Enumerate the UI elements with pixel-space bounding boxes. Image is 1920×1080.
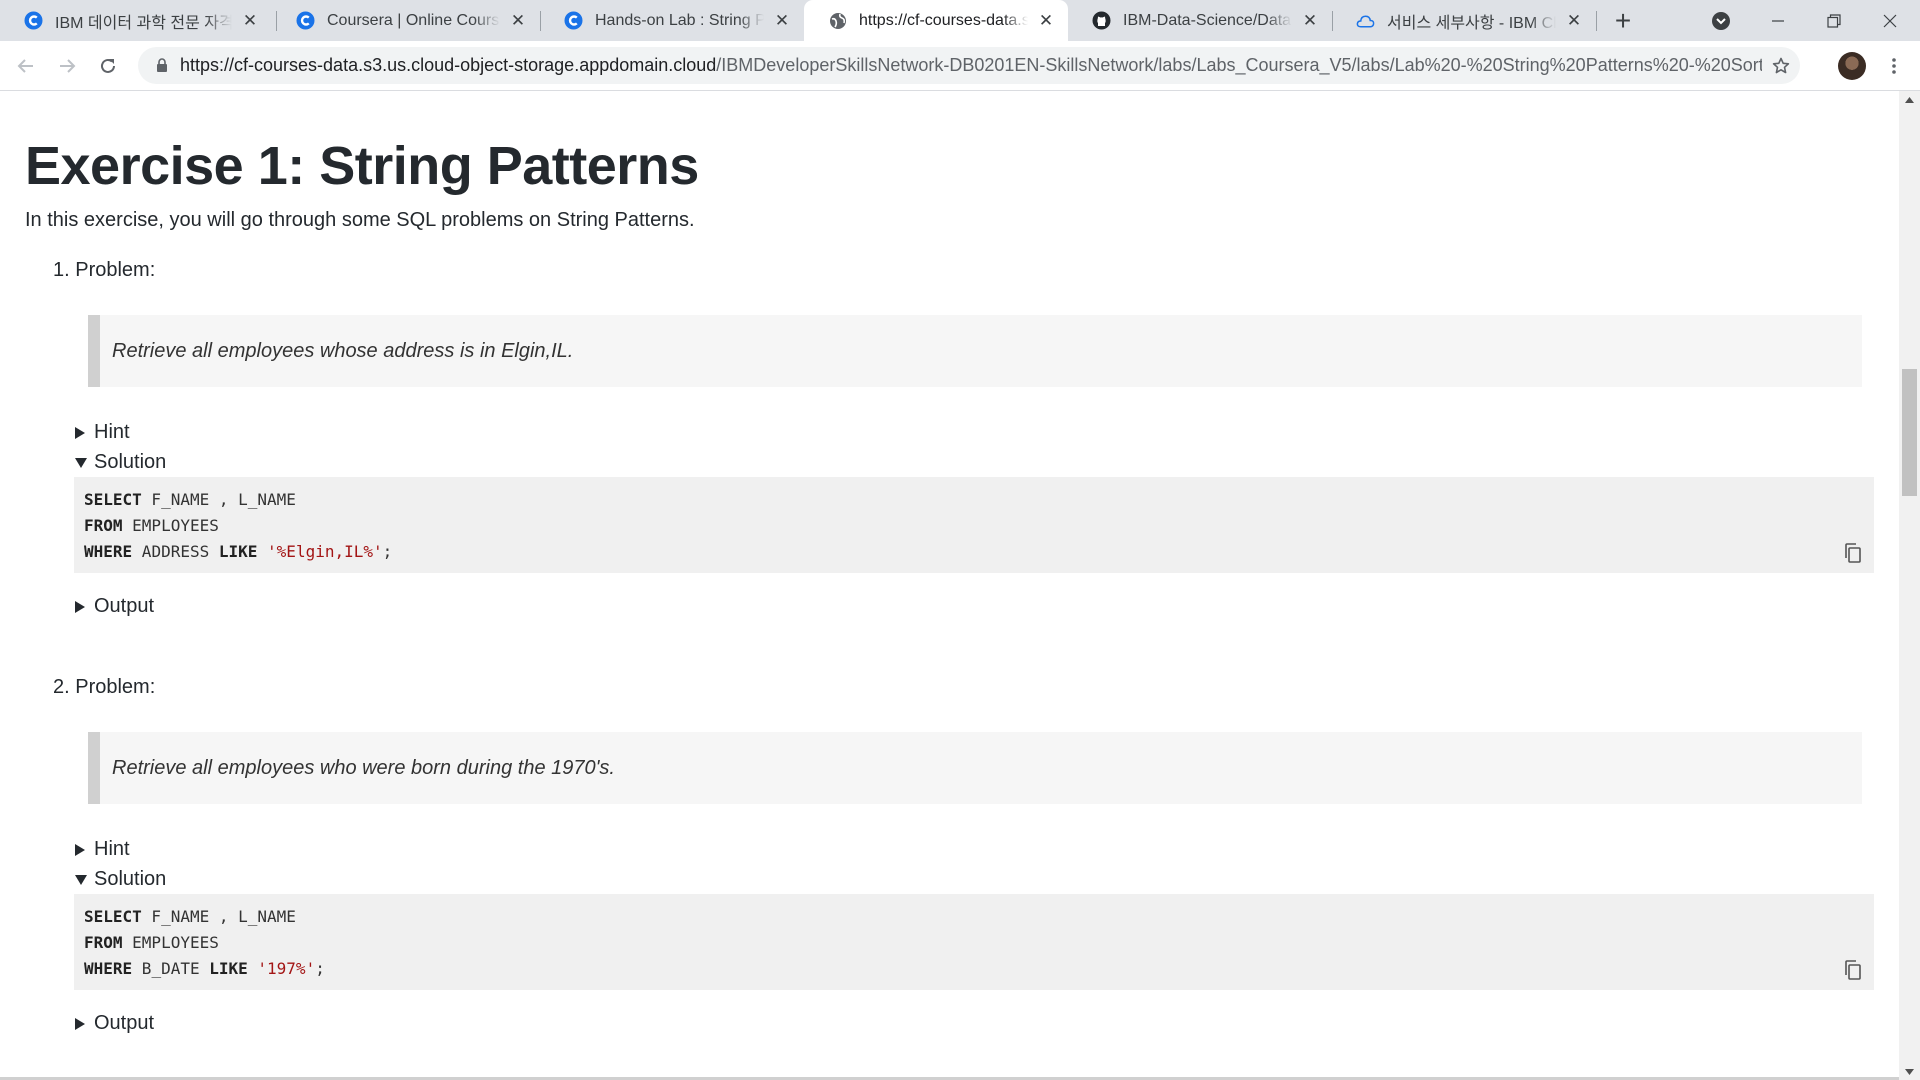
coursera-icon [564, 11, 583, 30]
minimize-button[interactable] [1750, 0, 1806, 41]
problem-question: Retrieve all employees whose address is … [88, 315, 1862, 387]
code-line: FROM EMPLOYEES [84, 516, 219, 535]
close-icon [1883, 14, 1897, 27]
code-line: FROM EMPLOYEES [84, 933, 219, 952]
vertical-scrollbar[interactable] [1899, 91, 1920, 1080]
tab-github[interactable]: IBM-Data-Science/Databas ✕ [1068, 0, 1332, 41]
url-host: https://cf-courses-data.s3.us.cloud-obje… [180, 55, 717, 75]
problem-question: Retrieve all employees who were born dur… [88, 732, 1862, 804]
url-path: /IBMDeveloperSkillsNetwork-DB0201EN-Skil… [716, 55, 1762, 75]
tab-title: Coursera | Online Courses [327, 11, 500, 29]
solution-label: Solution [94, 868, 167, 890]
restore-icon [1827, 13, 1841, 28]
tab-title: Hands-on Lab : String Patte [595, 11, 764, 29]
scrollbar-thumb[interactable] [1902, 369, 1917, 496]
caret-right-icon [74, 843, 88, 857]
coursera-icon [296, 11, 315, 30]
caret-down-icon [74, 457, 88, 469]
reload-button[interactable] [92, 50, 124, 82]
scroll-up-arrow-icon[interactable] [1899, 91, 1920, 108]
caret-right-icon [74, 600, 88, 614]
coursera-icon [24, 11, 43, 30]
solution-toggle[interactable]: Solution [74, 451, 166, 474]
solution-label: Solution [94, 451, 167, 473]
hint-label: Hint [94, 838, 130, 860]
tab-coursera[interactable]: Coursera | Online Courses ✕ [272, 0, 540, 41]
copy-icon[interactable] [1842, 541, 1864, 565]
hint-toggle[interactable]: Hint [74, 838, 130, 861]
problem-label: 2. Problem: [53, 676, 156, 698]
output-label: Output [94, 1012, 155, 1034]
caret-right-icon [74, 426, 88, 440]
tab-title: IBM-Data-Science/Databas [1123, 11, 1292, 29]
sql-code-block[interactable]: SELECT F_NAME , L_NAME FROM EMPLOYEES WH… [74, 477, 1874, 573]
more-vert-icon [1892, 58, 1896, 74]
cloud-icon [1356, 11, 1375, 30]
close-icon[interactable]: ✕ [1564, 11, 1584, 31]
close-icon[interactable]: ✕ [1300, 11, 1320, 31]
code-line: SELECT F_NAME , L_NAME [84, 490, 296, 509]
arrow-left-icon [17, 59, 33, 73]
tab-title: IBM 데이터 과학 전문 자격 [55, 14, 232, 32]
bookmark-star-icon[interactable] [1762, 47, 1800, 84]
code-line: WHERE B_DATE LIKE '197%'; [84, 959, 325, 978]
globe-icon [828, 11, 847, 30]
browser-toolbar: https://cf-courses-data.s3.us.cloud-obje… [0, 41, 1920, 91]
tab-title: https://cf-courses-data.s3.us [859, 11, 1028, 29]
scroll-down-arrow-icon[interactable] [1899, 1063, 1920, 1080]
address-bar[interactable]: https://cf-courses-data.s3.us.cloud-obje… [138, 47, 1800, 84]
close-icon[interactable]: ✕ [772, 11, 792, 31]
caret-down-icon [74, 874, 88, 886]
hint-toggle[interactable]: Hint [74, 421, 130, 444]
tab-hands-on-lab[interactable]: Hands-on Lab : String Patte ✕ [540, 0, 804, 41]
github-icon [1092, 11, 1111, 30]
back-button[interactable] [10, 50, 42, 82]
lock-icon[interactable] [144, 47, 180, 84]
forward-button[interactable] [51, 50, 83, 82]
browser-menu-button[interactable] [1880, 50, 1908, 82]
tab-active-page[interactable]: https://cf-courses-data.s3.us ✕ [804, 0, 1068, 41]
close-icon[interactable]: ✕ [1036, 11, 1056, 31]
intro-text: In this exercise, you will go through so… [25, 209, 695, 231]
url-text[interactable]: https://cf-courses-data.s3.us.cloud-obje… [180, 55, 1762, 76]
chevron-down-icon [1712, 12, 1730, 30]
caret-right-icon [74, 1017, 88, 1031]
reload-icon [101, 58, 115, 73]
close-window-button[interactable] [1862, 0, 1918, 41]
tab-ibm-data-science[interactable]: IBM 데이터 과학 전문 자격 ✕ [0, 0, 272, 41]
tab-ibm-cloud[interactable]: 서비스 세부사항 - IBM Clo ✕ [1332, 0, 1596, 41]
restore-button[interactable] [1806, 0, 1862, 41]
tab-separator [1596, 11, 1597, 31]
code-line: SELECT F_NAME , L_NAME [84, 907, 296, 926]
tab-search-button[interactable] [1708, 8, 1734, 34]
profile-avatar[interactable] [1838, 52, 1866, 80]
page-title: Exercise 1: String Patterns [25, 136, 699, 196]
output-label: Output [94, 595, 155, 617]
arrow-right-icon [60, 59, 76, 73]
tab-strip: IBM 데이터 과학 전문 자격 ✕ Coursera | Online Cou… [0, 0, 1920, 41]
close-icon[interactable]: ✕ [240, 11, 260, 31]
tab-title: 서비스 세부사항 - IBM Clo [1387, 14, 1556, 32]
code-line: WHERE ADDRESS LIKE '%Elgin,IL%'; [84, 542, 393, 561]
minimize-icon [1772, 19, 1784, 22]
new-tab-button[interactable]: + [1608, 5, 1638, 36]
hint-label: Hint [94, 421, 130, 443]
close-icon[interactable]: ✕ [508, 11, 528, 31]
problem-label: 1. Problem: [53, 259, 156, 281]
page-content[interactable]: Exercise 1: String Patterns In this exer… [0, 91, 1899, 1080]
sql-code-block[interactable]: SELECT F_NAME , L_NAME FROM EMPLOYEES WH… [74, 894, 1874, 990]
solution-toggle[interactable]: Solution [74, 868, 166, 891]
output-toggle[interactable]: Output [74, 595, 154, 618]
output-toggle[interactable]: Output [74, 1012, 154, 1035]
copy-icon[interactable] [1842, 958, 1864, 982]
